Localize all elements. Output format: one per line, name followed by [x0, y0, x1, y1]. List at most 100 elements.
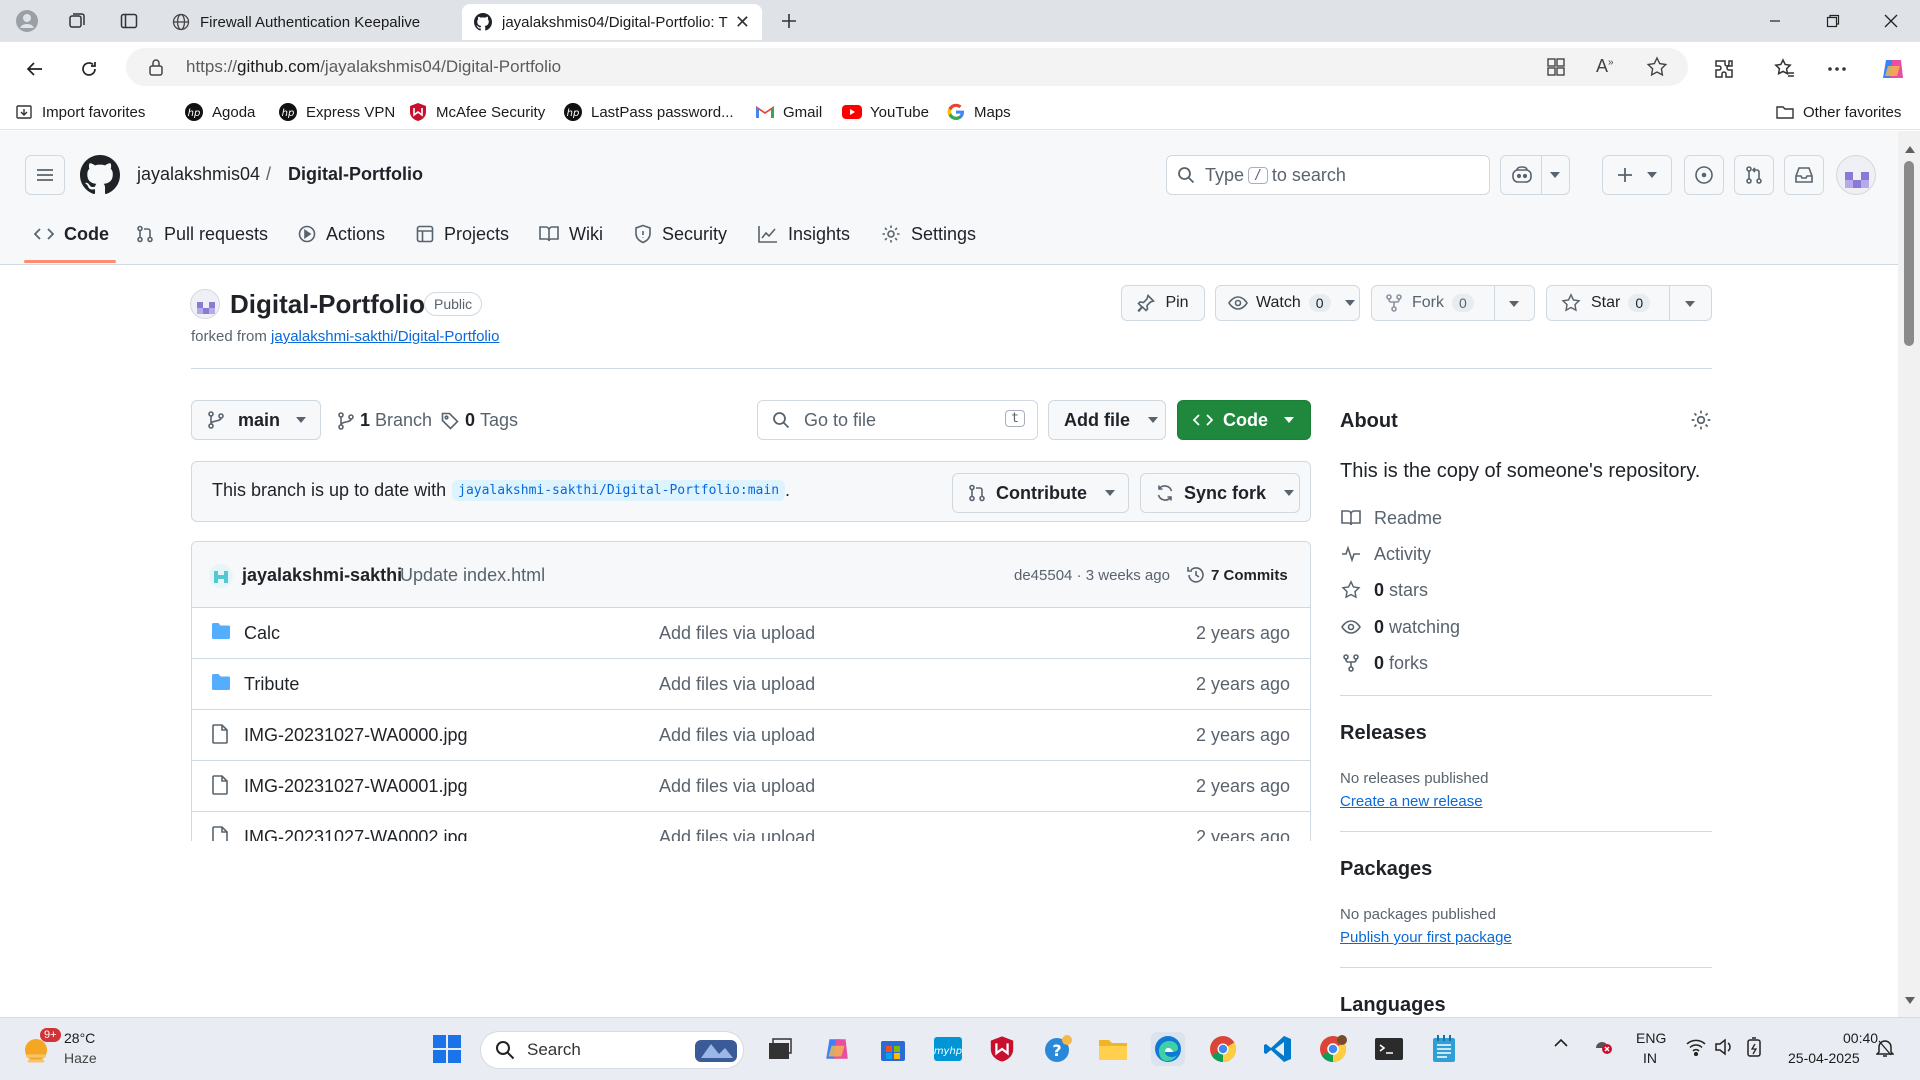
file-name[interactable]: Calc	[244, 623, 280, 644]
url-field[interactable]: https://github.com/jayalakshmis04/Digita…	[126, 48, 1688, 86]
tab-insights[interactable]: Insights	[758, 205, 850, 263]
file-commit-message[interactable]: Add files via upload	[659, 725, 815, 746]
fav-other-favorites[interactable]: Other favorites	[1775, 101, 1901, 123]
commit-author-avatar[interactable]	[209, 564, 233, 588]
github-logo-icon[interactable]	[80, 155, 120, 195]
weather-widget[interactable]: 9+	[20, 1028, 61, 1068]
pull-requests-button[interactable]	[1734, 155, 1774, 195]
search-input[interactable]: Type / to search	[1166, 155, 1490, 195]
star-button[interactable]: Star 0	[1546, 285, 1712, 321]
file-row[interactable]: IMG-20231027-WA0001.jpg Add files via upl…	[192, 761, 1310, 812]
file-row[interactable]: Calc Add files via upload 2 years ago	[192, 608, 1310, 659]
favorite-star-icon[interactable]	[1646, 56, 1668, 78]
sync-fork-button[interactable]: Sync fork	[1140, 473, 1300, 513]
chrome-icon[interactable]	[1206, 1032, 1240, 1066]
create-new-button[interactable]	[1602, 155, 1672, 195]
notepad-icon[interactable]	[1427, 1032, 1461, 1066]
tab-actions[interactable]: Actions	[298, 205, 385, 263]
more-menu-icon[interactable]	[1820, 52, 1854, 86]
branch-selector[interactable]: main	[191, 400, 321, 440]
minimize-button[interactable]	[1746, 0, 1804, 42]
repo-title[interactable]: Digital-Portfolio	[230, 289, 425, 320]
scroll-up-arrow-icon[interactable]	[1905, 145, 1915, 153]
fav-maps[interactable]: Maps	[946, 101, 1011, 123]
refresh-button[interactable]	[72, 52, 106, 86]
fav-mcafee[interactable]: McAfee Security	[408, 101, 545, 123]
maximize-button[interactable]	[1804, 0, 1862, 42]
help-icon[interactable]: ?	[1041, 1032, 1075, 1066]
file-row[interactable]: IMG-20231027-WA0002.jpg Add files via upl…	[192, 812, 1310, 841]
page-scrollbar[interactable]	[1898, 131, 1920, 1017]
volume-icon[interactable]	[1714, 1038, 1734, 1056]
taskbar-search[interactable]: Search	[480, 1031, 744, 1069]
fav-agoda[interactable]: hp Agoda	[184, 101, 255, 123]
fav-lastpass[interactable]: hp LastPass password...	[563, 101, 734, 123]
about-watching-link[interactable]: 0 watching	[1340, 615, 1460, 639]
repo-owner-avatar[interactable]	[190, 289, 220, 319]
watch-button[interactable]: Watch 0	[1215, 285, 1360, 321]
edge-browser-icon[interactable]	[1151, 1032, 1185, 1066]
fav-gmail[interactable]: Gmail	[755, 101, 822, 123]
mcafee-icon[interactable]	[985, 1032, 1019, 1066]
file-commit-message[interactable]: Add files via upload	[659, 674, 815, 695]
file-name[interactable]: IMG-20231027-WA0000.jpg	[244, 725, 467, 746]
releases-heading[interactable]: Releases	[1340, 722, 1427, 745]
scroll-down-arrow-icon[interactable]	[1905, 997, 1915, 1005]
weather-temp[interactable]: 28°C	[64, 1030, 95, 1046]
start-button[interactable]	[430, 1032, 464, 1066]
close-tab-icon[interactable]: ✕	[735, 12, 750, 33]
tab-firewall[interactable]: Firewall Authentication Keepalive	[160, 4, 462, 40]
tab-github[interactable]: jayalakshmis04/Digital-Portfolio: T ✕	[462, 4, 762, 40]
copilot-menu-button[interactable]	[1500, 155, 1570, 195]
copilot-icon[interactable]	[1876, 52, 1910, 86]
fav-youtube[interactable]: YouTube	[842, 101, 929, 123]
file-row[interactable]: IMG-20231027-WA0000.jpg Add files via upl…	[192, 710, 1310, 761]
favorites-hub-icon[interactable]	[1768, 52, 1802, 86]
mcafee-tray-icon[interactable]	[1590, 1034, 1614, 1056]
file-commit-message[interactable]: Add files via upload	[659, 827, 815, 841]
microsoft-store-icon[interactable]	[876, 1032, 910, 1066]
tab-pull-requests[interactable]: Pull requests	[136, 205, 268, 263]
chrome-profile-icon[interactable]	[1316, 1032, 1350, 1066]
go-to-file-input[interactable]: Go to file t	[757, 400, 1038, 440]
clock-date[interactable]: 25-04-2025	[1788, 1050, 1860, 1066]
file-name[interactable]: IMG-20231027-WA0002.jpg	[244, 827, 467, 841]
code-button[interactable]: Code	[1177, 400, 1311, 440]
extensions-icon[interactable]	[1707, 52, 1741, 86]
tab-security[interactable]: Security	[634, 205, 727, 263]
copilot-app-icon[interactable]	[820, 1032, 854, 1066]
gear-icon[interactable]	[1690, 409, 1712, 431]
create-release-link[interactable]: Create a new release	[1340, 793, 1483, 810]
wifi-icon[interactable]	[1686, 1038, 1706, 1056]
file-row[interactable]: Tribute Add files via upload 2 years ago	[192, 659, 1310, 710]
add-file-button[interactable]: Add file	[1048, 400, 1166, 440]
file-explorer-icon[interactable]	[1096, 1032, 1130, 1066]
about-stars-link[interactable]: 0 stars	[1340, 578, 1428, 602]
commit-author[interactable]: jayalakshmi-sakthi	[242, 565, 402, 586]
fav-import[interactable]: Import favorites	[14, 101, 145, 123]
app-available-icon[interactable]	[1546, 57, 1566, 77]
site-info-icon[interactable]	[148, 58, 164, 76]
workspaces-icon[interactable]	[62, 8, 92, 34]
breadcrumb-owner[interactable]: jayalakshmis04	[137, 164, 260, 185]
read-aloud-icon[interactable]: A»	[1596, 56, 1614, 77]
fork-button[interactable]: Fork 0	[1371, 285, 1535, 321]
contribute-button[interactable]: Contribute	[952, 473, 1129, 513]
close-window-button[interactable]	[1862, 0, 1920, 42]
pin-button[interactable]: Pin	[1121, 285, 1205, 321]
battery-icon[interactable]	[1744, 1037, 1766, 1057]
back-button[interactable]	[18, 52, 52, 86]
fav-express-vpn[interactable]: hp Express VPN	[278, 101, 395, 123]
scrollbar-thumb[interactable]	[1904, 161, 1914, 346]
file-commit-message[interactable]: Add files via upload	[659, 623, 815, 644]
about-activity-link[interactable]: Activity	[1340, 542, 1431, 566]
commit-message[interactable]: Update index.html	[400, 565, 545, 586]
tags-link[interactable]: 0 Tags	[441, 410, 518, 431]
show-hidden-icons-chevron-icon[interactable]	[1554, 1038, 1568, 1048]
about-forks-link[interactable]: 0 forks	[1340, 651, 1428, 675]
hamburger-menu-button[interactable]	[25, 155, 65, 195]
notifications-bell-icon[interactable]	[1876, 1038, 1894, 1058]
packages-heading[interactable]: Packages	[1340, 858, 1432, 881]
input-language-top[interactable]: ENG	[1636, 1030, 1666, 1046]
file-name[interactable]: Tribute	[244, 674, 299, 695]
